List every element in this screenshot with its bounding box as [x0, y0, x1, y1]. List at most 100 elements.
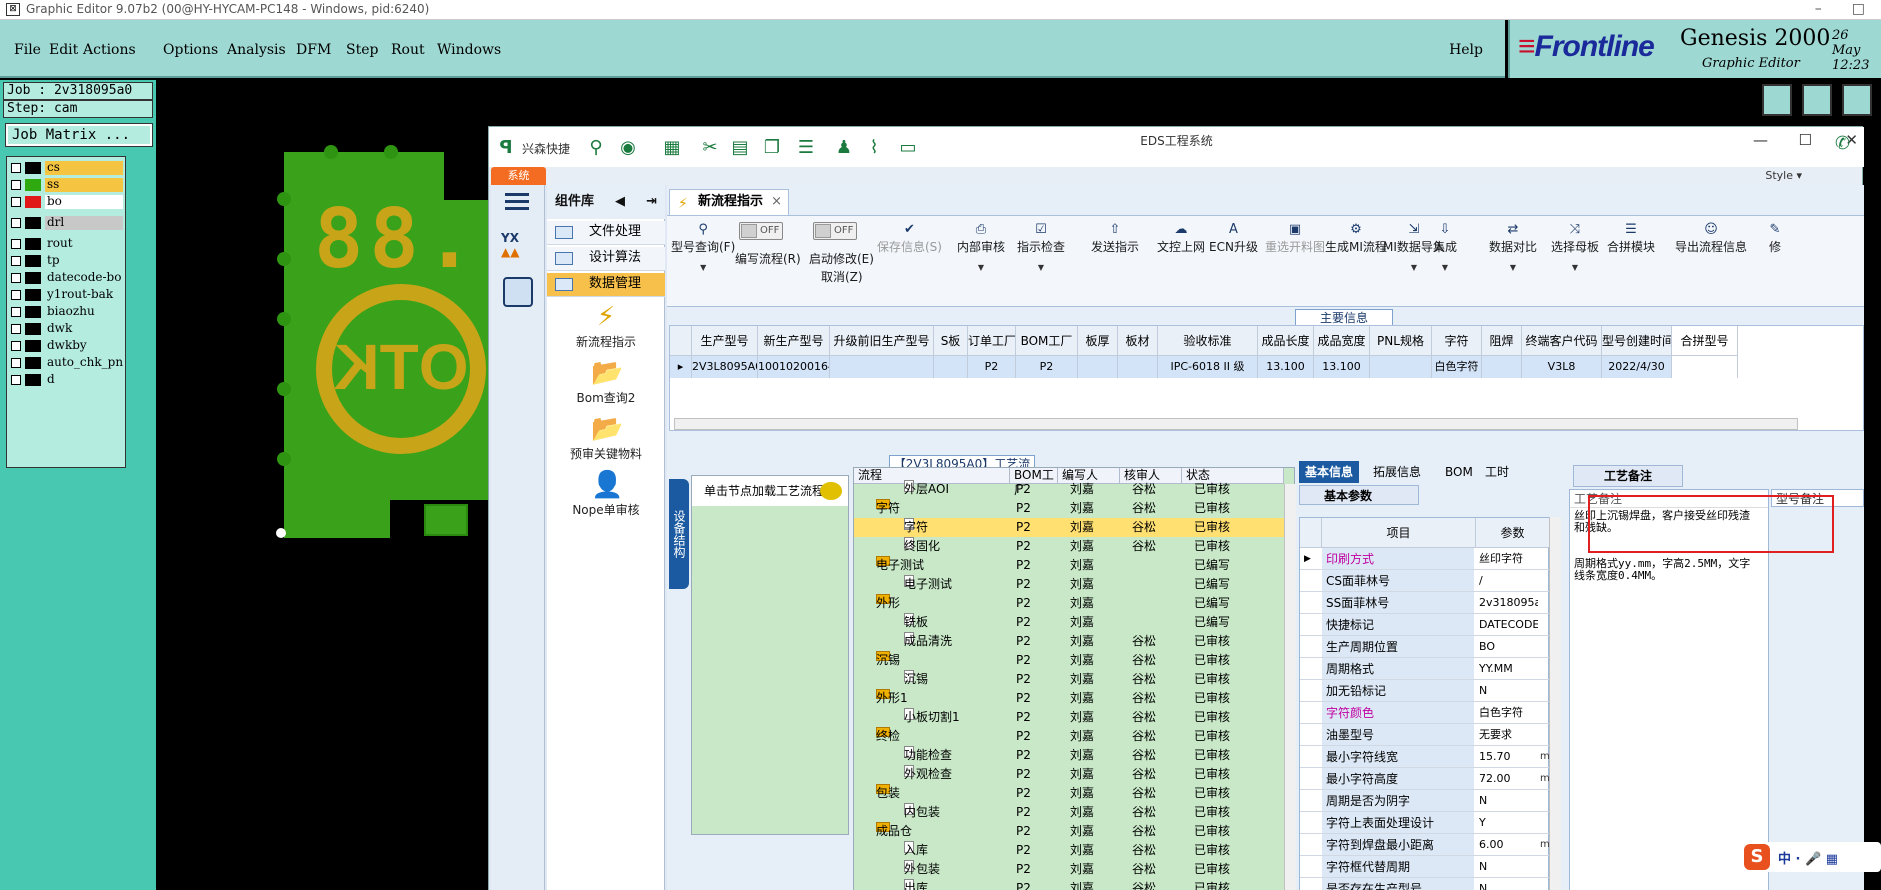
- menu-rout[interactable]: Rout: [391, 42, 425, 58]
- param-row[interactable]: SS面菲林号2v318095a...: [1300, 592, 1550, 614]
- param-value[interactable]: 72.00: [1476, 768, 1538, 790]
- style-dropdown[interactable]: Style ▾: [1765, 169, 1802, 182]
- vertical-scrollbar[interactable]: [1549, 517, 1561, 890]
- tree-row[interactable]: 沉锡 P2 刘嘉 谷松 已审核: [854, 670, 1284, 689]
- ribbon-button[interactable]: ✔ 保存信息(S): [877, 222, 942, 255]
- grid-cell[interactable]: [1672, 356, 1738, 378]
- ribbon-button[interactable]: ✎ 修: [1767, 222, 1783, 255]
- job-matrix-button[interactable]: Job Matrix ...: [5, 123, 153, 147]
- param-value[interactable]: N: [1476, 790, 1538, 812]
- layer-row[interactable]: d: [9, 373, 125, 387]
- yx-module-icon[interactable]: YX ▲▲: [501, 231, 533, 263]
- grid-cell[interactable]: 白色字符: [1432, 356, 1482, 378]
- layer-row[interactable]: drl: [9, 216, 125, 230]
- param-row[interactable]: 字符框代替周期 N: [1300, 856, 1550, 878]
- param-row[interactable]: ▶ 印刷方式 丝印字符: [1300, 548, 1550, 570]
- grid-column-header[interactable]: 板厚: [1078, 326, 1118, 356]
- grid-cell[interactable]: [1078, 356, 1118, 378]
- toggle-switch[interactable]: OFF: [813, 222, 857, 240]
- layer-row[interactable]: datecode-bo: [9, 271, 125, 285]
- equipment-structure-tab[interactable]: 设备结构: [669, 479, 689, 589]
- component-tool[interactable]: 👤 Nope单审核: [547, 471, 665, 518]
- eds-maximize-button[interactable]: ☐: [1799, 131, 1812, 149]
- param-row[interactable]: 生产周期位置 BO: [1300, 636, 1550, 658]
- param-value[interactable]: 丝印字符: [1476, 548, 1538, 570]
- base-info-tab[interactable]: 拓展信息: [1367, 461, 1427, 483]
- grid-column-header[interactable]: S板: [934, 326, 968, 356]
- vertical-scrollbar[interactable]: [1284, 484, 1296, 890]
- component-item[interactable]: 文件处理: [547, 221, 665, 245]
- param-row[interactable]: 周期是否为阴字 N: [1300, 790, 1550, 812]
- param-value[interactable]: N: [1476, 878, 1538, 890]
- param-value[interactable]: 白色字符: [1476, 702, 1538, 724]
- layer-checkbox[interactable]: [11, 256, 21, 266]
- system-tab[interactable]: 系统: [491, 167, 546, 185]
- tree-row[interactable]: 字符 P2 刘嘉 谷松 已审核: [854, 499, 1284, 518]
- tree-row[interactable]: 字符 P2 刘嘉 谷松 已审核: [854, 518, 1284, 537]
- eds-minimize-button[interactable]: —: [1753, 131, 1768, 149]
- grid-column-header[interactable]: 成品长度: [1258, 326, 1314, 356]
- component-tool[interactable]: ⚡ 新流程指示: [547, 303, 665, 350]
- layer-checkbox[interactable]: [11, 197, 21, 207]
- grid-column-header[interactable]: 新生产型号: [758, 326, 830, 356]
- grid-cell[interactable]: V3L8: [1522, 356, 1602, 378]
- layer-checkbox[interactable]: [11, 180, 21, 190]
- layer-row[interactable]: dwkby: [9, 339, 125, 353]
- minimize-button[interactable]: –: [1815, 0, 1822, 20]
- tree-row[interactable]: 终固化 P2 刘嘉 谷松 已审核: [854, 537, 1284, 556]
- tree-row[interactable]: 电子测试 P2 刘嘉 已编写: [854, 575, 1284, 594]
- save-icon[interactable]: [1802, 84, 1832, 116]
- ribbon-button[interactable]: ☁ 文控上网: [1157, 222, 1205, 255]
- maximize-button[interactable]: □: [1852, 0, 1865, 20]
- layer-row[interactable]: dwk: [9, 322, 125, 336]
- base-info-tab[interactable]: BOM: [1439, 461, 1479, 483]
- tree-row[interactable]: 包装 P2 刘嘉 谷松 已审核: [854, 784, 1284, 803]
- component-tool[interactable]: 📂 预审关键物料: [547, 415, 665, 462]
- menu-file[interactable]: File: [14, 42, 41, 58]
- cancel-button[interactable]: 取消(Z): [821, 268, 863, 285]
- tree-row[interactable]: 成品仓 P2 刘嘉 谷松 已审核: [854, 822, 1284, 841]
- menu-options[interactable]: Options: [163, 42, 218, 58]
- component-tool[interactable]: 📂 Bom查询2: [547, 359, 665, 406]
- menu-actions[interactable]: Actions: [83, 42, 136, 58]
- param-value[interactable]: DATECODE: [1476, 614, 1538, 636]
- layer-row[interactable]: y1rout-bak: [9, 288, 125, 302]
- param-value[interactable]: 6.00: [1476, 834, 1538, 856]
- base-info-tab[interactable]: 基本信息: [1299, 461, 1360, 483]
- horizontal-scrollbar[interactable]: [674, 418, 1798, 430]
- ime-status[interactable]: 中 · 🎤 ▦: [1778, 848, 1838, 867]
- ribbon-button[interactable]: ⚲ 型号查询(F) ▼: [671, 222, 735, 272]
- param-row[interactable]: 最小字符高度 72.00 mil: [1300, 768, 1555, 790]
- layer-checkbox[interactable]: [11, 290, 21, 300]
- sogou-logo-icon[interactable]: S: [1744, 844, 1770, 870]
- param-row[interactable]: 字符到焊盘最小距离 6.00 mil: [1300, 834, 1555, 856]
- param-row[interactable]: 是否存在生产型号 N: [1300, 878, 1550, 890]
- phone-icon[interactable]: ✆: [1835, 133, 1850, 154]
- menu-step[interactable]: Step: [346, 42, 378, 58]
- grid-cell[interactable]: 2V3L8095A0: [692, 356, 758, 378]
- tree-row[interactable]: 沉锡 P2 刘嘉 谷松 已审核: [854, 651, 1284, 670]
- grid-cell[interactable]: [1118, 356, 1158, 378]
- tree-row[interactable]: 电子测试 P2 刘嘉 已编写: [854, 556, 1284, 575]
- ribbon-button[interactable]: ⇩ 集成 ▼: [1433, 222, 1457, 272]
- menu-windows[interactable]: Windows: [437, 42, 501, 58]
- param-row[interactable]: 字符上表面处理设计 Y: [1300, 812, 1550, 834]
- grid-column-header[interactable]: 板材: [1118, 326, 1158, 356]
- layer-row[interactable]: biaozhu: [9, 305, 125, 319]
- tree-row[interactable]: 外形1 P2 刘嘉 谷松 已审核: [854, 689, 1284, 708]
- export-icon[interactable]: [1762, 84, 1792, 116]
- param-row[interactable]: 周期格式 YY.MM: [1300, 658, 1550, 680]
- grid-column-header[interactable]: 终端客户代码: [1522, 326, 1602, 356]
- layer-row[interactable]: tp: [9, 254, 125, 268]
- param-value[interactable]: /: [1476, 570, 1538, 592]
- param-row[interactable]: CS面菲林号 /: [1300, 570, 1550, 592]
- grid-cell[interactable]: [934, 356, 968, 378]
- layer-row[interactable]: ss: [9, 178, 125, 192]
- param-value[interactable]: 2v318095a...: [1476, 592, 1538, 614]
- layer-checkbox[interactable]: [11, 358, 21, 368]
- base-params-tab[interactable]: 基本参数: [1299, 485, 1419, 505]
- ribbon-button[interactable]: ⚙ 生成MI流程: [1325, 222, 1387, 255]
- param-row[interactable]: 油墨型号 无要求: [1300, 724, 1550, 746]
- calculator-icon[interactable]: [503, 277, 533, 307]
- menu-edit[interactable]: Edit: [49, 42, 78, 58]
